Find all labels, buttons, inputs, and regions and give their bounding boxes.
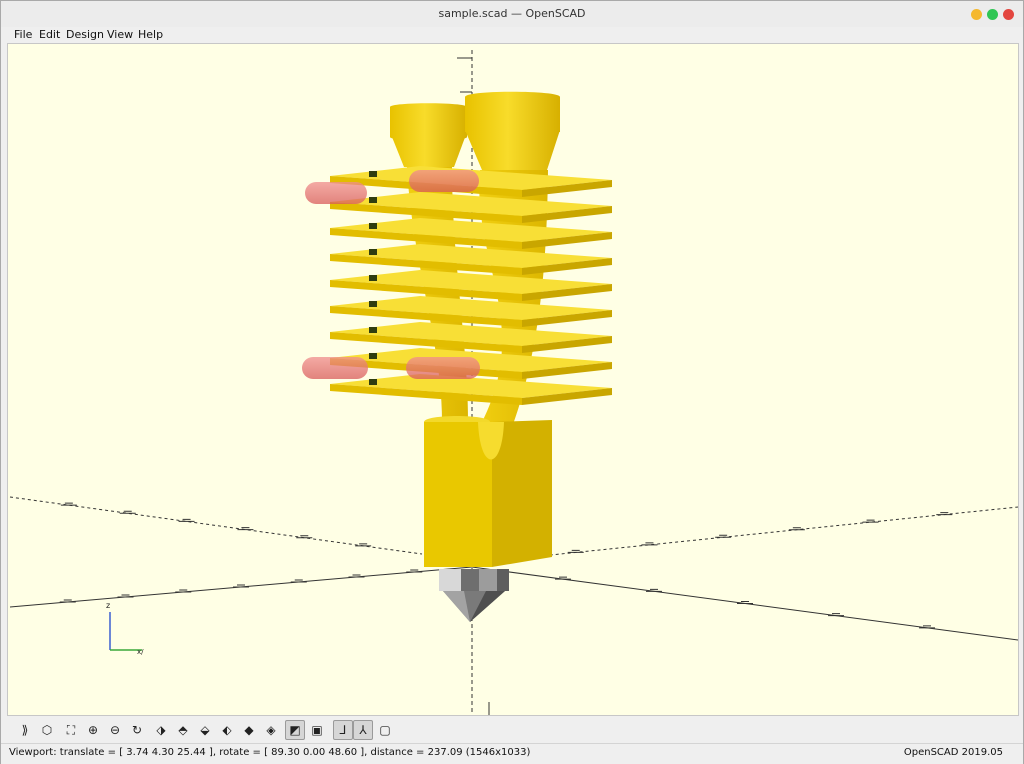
- scale-marker: [60, 502, 77, 506]
- menu-edit[interactable]: Edit: [39, 28, 60, 41]
- show-edges-icon: ▢: [379, 723, 391, 737]
- mini-axis-z-label: z: [106, 601, 110, 610]
- scale-marker: [715, 534, 732, 538]
- version-label: OpenSCAD 2019.05: [903, 747, 1003, 758]
- mini-axis-indicator: z x/: [106, 601, 144, 656]
- scale-marker: [178, 518, 195, 522]
- heatsink-fin: [330, 322, 612, 353]
- scale-marker: [117, 594, 134, 598]
- scale-marker: [175, 589, 192, 593]
- perspective-icon: ◩: [289, 723, 301, 737]
- view-back-icon: ◈: [266, 723, 276, 737]
- debug-cylinder: [302, 357, 368, 379]
- view-left-button[interactable]: ⬖: [217, 720, 237, 740]
- reset-view-icon: ↻: [131, 723, 143, 737]
- show-edges-button[interactable]: ▢: [375, 720, 395, 740]
- menu-bar: File Edit Design View Help: [1, 27, 1023, 43]
- show-scale-markers-icon: ⅄: [359, 723, 367, 737]
- debug-cylinder: [409, 170, 479, 192]
- zoom-in-icon: ⊕: [87, 723, 99, 737]
- scale-marker: [641, 542, 658, 546]
- zoom-in-button[interactable]: ⊕: [83, 720, 103, 740]
- render-button[interactable]: ⬡: [37, 720, 57, 740]
- view-top-button[interactable]: ⬘: [173, 720, 193, 740]
- view-bottom-icon: ⬙: [200, 723, 210, 737]
- perspective-button[interactable]: ◩: [285, 720, 305, 740]
- scale-marker: [119, 510, 136, 514]
- scale-marker: [290, 579, 307, 583]
- funnel-right-cone: [465, 130, 560, 170]
- scale-marker: [406, 569, 423, 573]
- heatsink-fin: [330, 192, 612, 223]
- view-all-button[interactable]: ⛶: [61, 720, 81, 740]
- nozzle: [439, 569, 509, 622]
- scale-marker: [233, 584, 249, 588]
- view-bottom-button[interactable]: ⬙: [195, 720, 215, 740]
- minimize-button[interactable]: [971, 9, 982, 20]
- view-front-button[interactable]: ◆: [239, 720, 259, 740]
- title-bar[interactable]: sample.scad — OpenSCAD: [1, 1, 1023, 28]
- view-top-icon: ⬘: [178, 723, 188, 737]
- view-right-icon: ⬗: [156, 723, 166, 737]
- menu-design[interactable]: Design: [66, 28, 104, 41]
- funnel-left-cone: [390, 132, 467, 167]
- show-axes-icon: ⅃: [339, 723, 347, 737]
- view-back-button[interactable]: ◈: [261, 720, 281, 740]
- debug-cylinder: [305, 182, 367, 204]
- scale-marker: [59, 599, 76, 603]
- orthogonal-icon: ▣: [311, 723, 323, 737]
- view-left-icon: ⬖: [222, 723, 232, 737]
- scale-marker: [348, 574, 365, 578]
- 3d-viewport[interactable]: z x/: [7, 43, 1019, 716]
- app-window: sample.scad — OpenSCAD File Edit Design …: [0, 0, 1024, 764]
- heatsink-fin: [330, 270, 612, 301]
- scale-marker: [296, 535, 313, 539]
- view-toolbar: ⟫ ⬡ ⛶ ⊕ ⊖ ↻ ⬗ ⬘ ⬙ ⬖ ◆ ◈ ◩ ▣ ⅃ ⅄ ▢: [7, 717, 1019, 743]
- debug-cylinder: [406, 357, 480, 379]
- show-axes-button[interactable]: ⅃: [333, 720, 353, 740]
- menu-help[interactable]: Help: [138, 28, 163, 41]
- heatsink-fin: [330, 244, 612, 275]
- view-right-button[interactable]: ⬗: [151, 720, 171, 740]
- heater-block: [424, 416, 552, 567]
- render-preview-icon: ⟫: [21, 723, 29, 737]
- close-button[interactable]: [1003, 9, 1014, 20]
- heatsink-fin: [330, 218, 612, 249]
- scale-marker: [237, 527, 254, 531]
- show-scale-markers-button[interactable]: ⅄: [353, 720, 373, 740]
- zoom-out-button[interactable]: ⊖: [105, 720, 125, 740]
- zoom-out-icon: ⊖: [109, 723, 121, 737]
- menu-file[interactable]: File: [14, 28, 32, 41]
- render-preview-button[interactable]: ⟫: [15, 720, 35, 740]
- menu-view[interactable]: View: [107, 28, 133, 41]
- reset-view-button[interactable]: ↻: [127, 720, 147, 740]
- view-all-icon: ⛶: [66, 722, 76, 737]
- status-bar: Viewport: translate = [ 3.74 4.30 25.44 …: [1, 743, 1023, 764]
- heatsink-fin: [330, 296, 612, 327]
- view-front-icon: ◆: [244, 723, 254, 737]
- render-icon: ⬡: [41, 723, 53, 737]
- mini-axis-xy-label: x/: [137, 648, 144, 656]
- viewport-status: Viewport: translate = [ 3.74 4.30 25.44 …: [9, 747, 531, 758]
- scale-marker: [862, 519, 879, 523]
- scene-canvas: z x/: [9, 50, 1018, 715]
- maximize-button[interactable]: [987, 9, 998, 20]
- window-title: sample.scad — OpenSCAD: [438, 7, 586, 20]
- funnel-right: [465, 91, 560, 132]
- orthogonal-button[interactable]: ▣: [307, 720, 327, 740]
